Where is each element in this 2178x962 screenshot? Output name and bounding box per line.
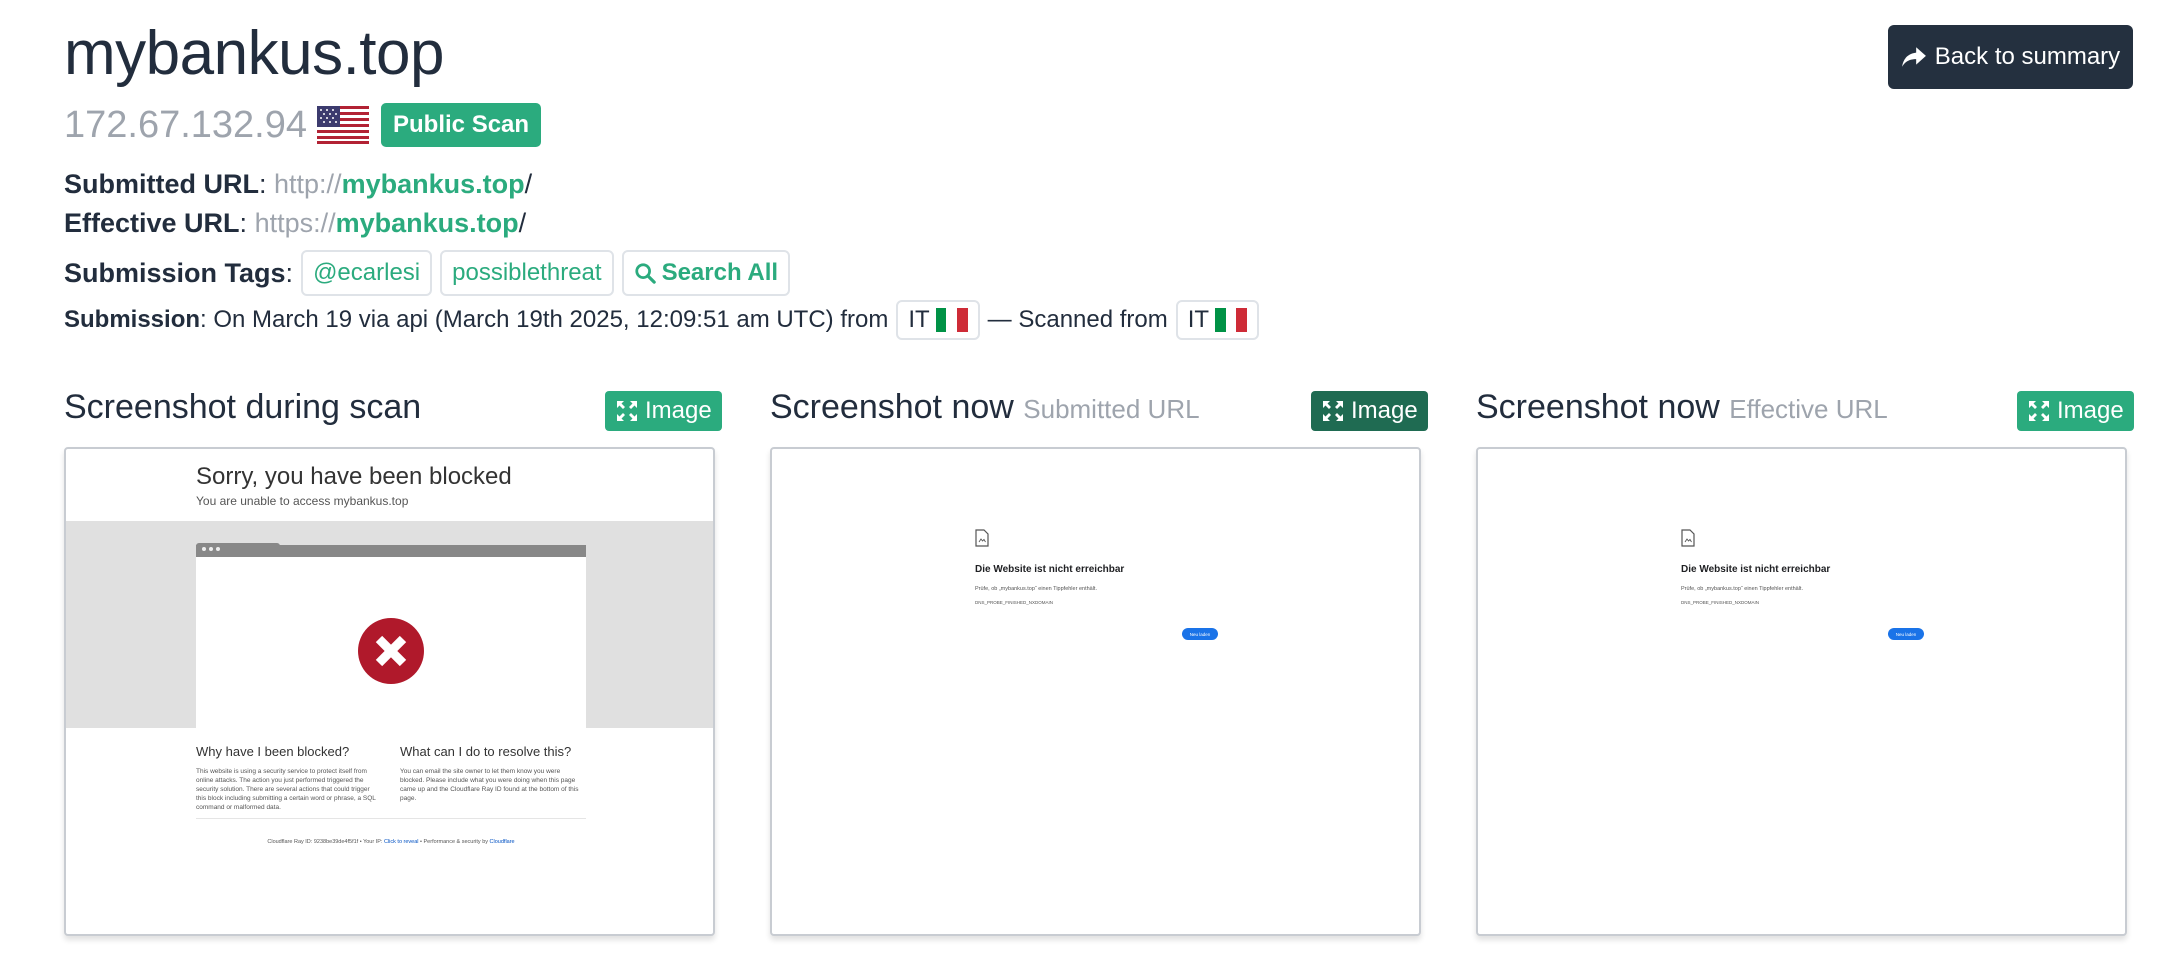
us-flag-icon bbox=[317, 106, 370, 144]
italy-flag-icon bbox=[935, 308, 968, 332]
page-error-icon bbox=[1681, 529, 1695, 547]
reload-button: Neu laden bbox=[1888, 628, 1924, 640]
screenshot-now-effective[interactable]: Die Website ist nicht erreichbar Prüfe, … bbox=[1476, 447, 2127, 936]
tag-possiblethreat[interactable]: possiblethreat bbox=[440, 250, 614, 296]
section-subtitle: Submitted URL bbox=[1023, 394, 1200, 424]
expand-icon bbox=[2029, 401, 2049, 421]
error-text: Prüfe, ob „mybankus.top“ einen Tippfehle… bbox=[975, 586, 1097, 592]
section-title-scan: Screenshot during scan bbox=[64, 388, 421, 427]
why-blocked-text: This website is using a security service… bbox=[196, 768, 376, 811]
screenshot-now-submitted[interactable]: Die Website ist nicht erreichbar Prüfe, … bbox=[770, 447, 1421, 936]
image-button-label: Image bbox=[645, 397, 712, 424]
section-title-submitted: Screenshot now Submitted URL bbox=[770, 388, 1200, 427]
back-to-summary-button[interactable]: Back to summary bbox=[1888, 25, 2133, 89]
scanned-from-text: — Scanned from bbox=[987, 306, 1168, 333]
image-button-submitted[interactable]: Image bbox=[1311, 391, 1428, 431]
blocked-x-icon bbox=[358, 618, 424, 684]
section-title-text: Screenshot now bbox=[1476, 388, 1720, 426]
page-title: mybankus.top bbox=[64, 19, 445, 88]
submitted-url-path: / bbox=[524, 169, 533, 199]
expand-icon bbox=[617, 401, 637, 421]
effective-url-row: Effective URL: https://mybankus.top / bbox=[64, 208, 527, 239]
blocked-divider bbox=[196, 818, 586, 819]
submission-row: Submission : On March 19 via api (March … bbox=[64, 300, 1267, 340]
footer-ip-link: Click to reveal bbox=[383, 839, 419, 845]
search-all-button[interactable]: Search All bbox=[621, 250, 791, 296]
back-to-summary-label: Back to summary bbox=[1934, 43, 2121, 70]
italy-flag-icon bbox=[1215, 308, 1248, 332]
why-blocked-heading: Why have I been blocked? bbox=[196, 744, 350, 759]
page-error-icon bbox=[975, 529, 989, 547]
effective-url-path: / bbox=[518, 208, 527, 238]
ip-address: 172.67.132.94 bbox=[64, 103, 308, 146]
submission-label: Submission bbox=[64, 306, 201, 333]
browser-bar-shape bbox=[196, 545, 586, 557]
search-all-label: Search All bbox=[661, 259, 779, 286]
blocked-subtitle: You are unable to access mybankus.top bbox=[196, 494, 409, 508]
section-subtitle: Effective URL bbox=[1729, 394, 1888, 424]
image-button-scan[interactable]: Image bbox=[605, 391, 722, 431]
what-to-do-heading: What can I do to resolve this? bbox=[400, 744, 572, 759]
reload-button: Neu laden bbox=[1182, 628, 1218, 640]
effective-url-scheme: https:// bbox=[254, 208, 336, 238]
footer-perf: Performance & security by bbox=[423, 839, 489, 845]
submission-tags-row: Submission Tags: @ecarlesi possiblethrea… bbox=[64, 250, 791, 296]
submitted-url-row: Submitted URL: http://mybankus.top / bbox=[64, 169, 533, 200]
screenshot-during-scan[interactable]: Sorry, you have been blocked You are una… bbox=[64, 447, 715, 936]
image-button-label: Image bbox=[2057, 397, 2124, 424]
from-country-badge: IT bbox=[896, 300, 980, 340]
search-icon bbox=[634, 263, 656, 284]
what-to-do-text: You can email the site owner to let them… bbox=[400, 768, 579, 802]
error-heading: Die Website ist nicht erreichbar bbox=[1681, 564, 1831, 575]
submission-text: : On March 19 via api (March 19th 2025, … bbox=[200, 306, 889, 333]
error-text: Prüfe, ob „mybankus.top“ einen Tippfehle… bbox=[1681, 586, 1803, 592]
scanned-country-badge: IT bbox=[1175, 300, 1260, 340]
submission-tags-label: Submission Tags bbox=[64, 257, 286, 288]
share-arrow-icon bbox=[1901, 47, 1926, 67]
error-code: DNS_PROBE_FINISHED_NXDOMAIN bbox=[975, 600, 1054, 605]
error-heading: Die Website ist nicht erreichbar bbox=[975, 564, 1125, 575]
section-title-text: Screenshot now bbox=[770, 388, 1014, 426]
public-scan-badge: Public Scan bbox=[381, 103, 542, 147]
ip-row: 172.67.132.94 Public Scan bbox=[64, 103, 542, 147]
section-title-text: Screenshot during scan bbox=[64, 388, 422, 426]
submitted-url-domain[interactable]: mybankus.top bbox=[342, 169, 525, 200]
image-button-label: Image bbox=[1351, 397, 1418, 424]
submitted-url-scheme: http:// bbox=[274, 169, 342, 199]
effective-url-domain[interactable]: mybankus.top bbox=[336, 208, 519, 239]
footer-cloudflare: Cloudflare bbox=[489, 839, 515, 845]
section-title-effective: Screenshot now Effective URL bbox=[1476, 388, 1888, 427]
submitted-url-label: Submitted URL bbox=[64, 169, 259, 199]
footer-ip-label: Your IP: bbox=[363, 839, 383, 845]
browser-dots bbox=[202, 547, 220, 551]
footer-ray-id: Cloudflare Ray ID: 9238be39de4f5f1f bbox=[267, 839, 359, 845]
expand-icon bbox=[1323, 401, 1343, 421]
from-country-code: IT bbox=[908, 306, 930, 333]
image-button-effective[interactable]: Image bbox=[2017, 391, 2134, 431]
scanned-country-code: IT bbox=[1187, 306, 1210, 333]
blocked-title: Sorry, you have been blocked bbox=[196, 463, 512, 490]
tag-ecarlesi[interactable]: @ecarlesi bbox=[301, 250, 433, 296]
blocked-footer: Cloudflare Ray ID: 9238be39de4f5f1f • Yo… bbox=[267, 839, 515, 845]
effective-url-label: Effective URL bbox=[64, 208, 240, 238]
error-code: DNS_PROBE_FINISHED_NXDOMAIN bbox=[1681, 600, 1760, 605]
